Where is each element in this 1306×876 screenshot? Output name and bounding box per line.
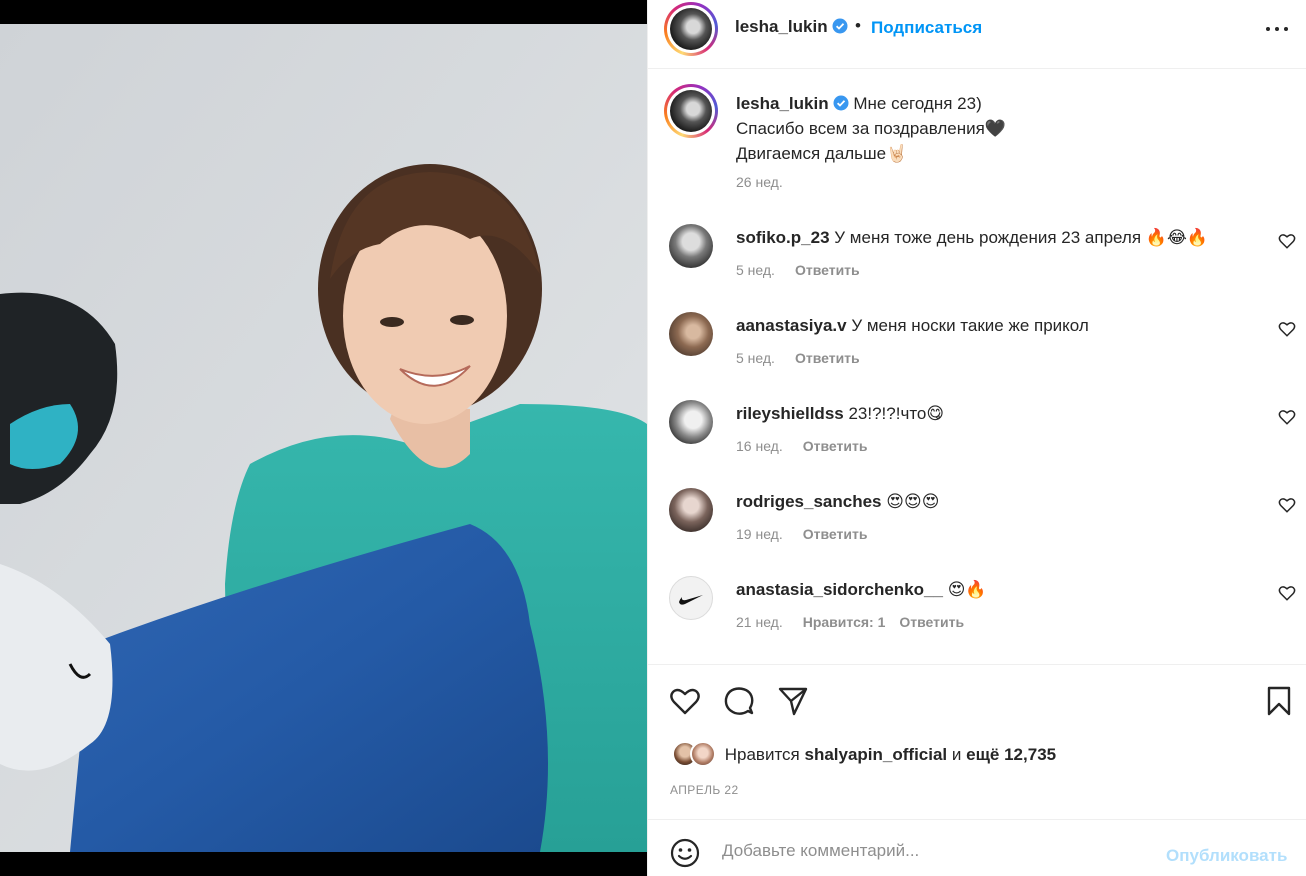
comment-meta: 19 нед. Ответить — [736, 526, 867, 542]
comment-timestamp[interactable]: 5 нед. — [736, 262, 775, 278]
comment-meta: 5 нед. Ответить — [736, 262, 860, 278]
comment-text: anastasia_sidorchenko__ 😍🔥 — [736, 577, 987, 602]
comment-text: rodriges_sanches 😍😍😍 — [736, 489, 939, 514]
caption-author-avatar[interactable] — [664, 84, 718, 138]
publish-button[interactable]: Опубликовать — [1166, 846, 1287, 866]
comment-text: sofiko.p_23 У меня тоже день рождения 23… — [736, 225, 1208, 250]
comment-timestamp[interactable]: 21 нед. — [736, 614, 783, 630]
commenter-avatar[interactable] — [669, 488, 713, 532]
author-avatar[interactable] — [664, 2, 718, 56]
post-date[interactable]: АПРЕЛЬ 22 — [670, 783, 739, 797]
commenter-username[interactable]: aanastasiya.v — [736, 316, 847, 335]
comment-meta: 16 нед. Ответить — [736, 438, 867, 454]
comment-text: rileyshielldss 23!?!?!что😋 — [736, 401, 944, 426]
comment-likes-count[interactable]: Нравится: 1 — [803, 614, 886, 630]
post-photo — [0, 24, 647, 852]
verified-badge-icon — [832, 18, 848, 34]
commenter-avatar[interactable] — [669, 312, 713, 356]
more-options-icon[interactable] — [1266, 20, 1290, 40]
commenter-username[interactable]: rodriges_sanches — [736, 492, 882, 511]
comment-like-heart-icon[interactable] — [1278, 496, 1296, 514]
comment-icon[interactable] — [723, 685, 755, 717]
reply-button[interactable]: Ответить — [803, 438, 868, 454]
caption-meta: 26 нед. — [736, 174, 783, 190]
comment-like-heart-icon[interactable] — [1278, 232, 1296, 250]
commenter-username[interactable]: rileyshielldss — [736, 404, 844, 423]
reply-button[interactable]: Ответить — [795, 262, 860, 278]
likes-summary: Нравится shalyapin_official и ещё 12,735 — [672, 741, 1056, 767]
post-header: lesha_lukin • Подписаться — [648, 0, 1306, 69]
comment-meta: 5 нед. Ответить — [736, 350, 860, 366]
comment-timestamp[interactable]: 19 нед. — [736, 526, 783, 542]
comment-timestamp[interactable]: 16 нед. — [736, 438, 783, 454]
caption-line-2: Спасибо всем за поздравления🖤 — [736, 119, 1007, 138]
comment-item: rodriges_sanches 😍😍😍 19 нед. Ответить — [648, 488, 1306, 576]
add-comment-bar: Опубликовать — [648, 819, 1306, 876]
heart-icon[interactable] — [669, 685, 701, 717]
comment-body: 23!?!?!что😋 — [848, 404, 945, 423]
share-icon[interactable] — [777, 685, 809, 717]
commenter-avatar[interactable] — [669, 224, 713, 268]
caption-text: lesha_lukin Мне сегодня 23) Спасибо всем… — [736, 91, 1006, 166]
reply-button[interactable]: Ответить — [795, 350, 860, 366]
commenter-username[interactable]: anastasia_sidorchenko__ — [736, 580, 943, 599]
post-actions-section: Нравится shalyapin_official и ещё 12,735… — [648, 664, 1306, 819]
comment-body: 😍🔥 — [947, 580, 987, 599]
post-media[interactable] — [0, 0, 647, 876]
comment-item: rileyshielldss 23!?!?!что😋 16 нед. Ответи… — [648, 400, 1306, 488]
comment-item: anastasia_sidorchenko__ 😍🔥 21 нед. Нравит… — [648, 576, 1306, 664]
follow-button[interactable]: Подписаться — [871, 18, 982, 38]
likes-count[interactable]: ещё 12,735 — [966, 745, 1056, 764]
comment-meta: 21 нед. Нравится: 1 Ответить — [736, 614, 964, 630]
likes-prefix: Нравится — [724, 745, 800, 764]
comment-text: aanastasiya.v У меня носки такие же прик… — [736, 313, 1089, 338]
comment-timestamp[interactable]: 5 нед. — [736, 350, 775, 366]
comment-like-heart-icon[interactable] — [1278, 320, 1296, 338]
author-username-text[interactable]: lesha_lukin — [735, 17, 828, 36]
comment-body: У меня тоже день рождения 23 апреля 🔥😂🔥 — [834, 228, 1208, 247]
liker-avatar — [690, 741, 716, 767]
post-details-pane: lesha_lukin • Подписаться lesha_lukin Мн… — [647, 0, 1306, 876]
comment-item: aanastasiya.v У меня носки такие же прик… — [648, 312, 1306, 400]
comment-body: 😍😍😍 — [886, 492, 940, 511]
post-photo-illustration — [0, 24, 647, 852]
likes-middle: и — [951, 745, 962, 764]
header-separator: • — [855, 16, 861, 35]
caption-line-3: Двигаемся дальше🤘🏻 — [736, 144, 908, 163]
swoosh-logo — [679, 595, 703, 605]
commenter-avatar[interactable] — [669, 400, 713, 444]
verified-badge-icon — [833, 95, 849, 111]
caption-timestamp[interactable]: 26 нед. — [736, 174, 783, 190]
comment-input[interactable] — [722, 836, 1142, 866]
bookmark-icon[interactable] — [1263, 685, 1295, 717]
emoji-icon[interactable] — [670, 838, 700, 868]
comment-body: У меня носки такие же прикол — [851, 316, 1089, 335]
caption-line-1: Мне сегодня 23) — [853, 94, 982, 113]
liker-username[interactable]: shalyapin_official — [804, 745, 947, 764]
comment-item: sofiko.p_23 У меня тоже день рождения 23… — [648, 224, 1306, 312]
reply-button[interactable]: Ответить — [899, 614, 964, 630]
comment-like-heart-icon[interactable] — [1278, 584, 1296, 602]
reply-button[interactable]: Ответить — [803, 526, 868, 542]
caption-author-username[interactable]: lesha_lukin — [736, 94, 829, 113]
commenter-avatar[interactable] — [669, 576, 713, 620]
author-username[interactable]: lesha_lukin — [735, 17, 848, 37]
commenter-username[interactable]: sofiko.p_23 — [736, 228, 830, 247]
liker-avatars[interactable] — [672, 741, 720, 767]
comment-like-heart-icon[interactable] — [1278, 408, 1296, 426]
